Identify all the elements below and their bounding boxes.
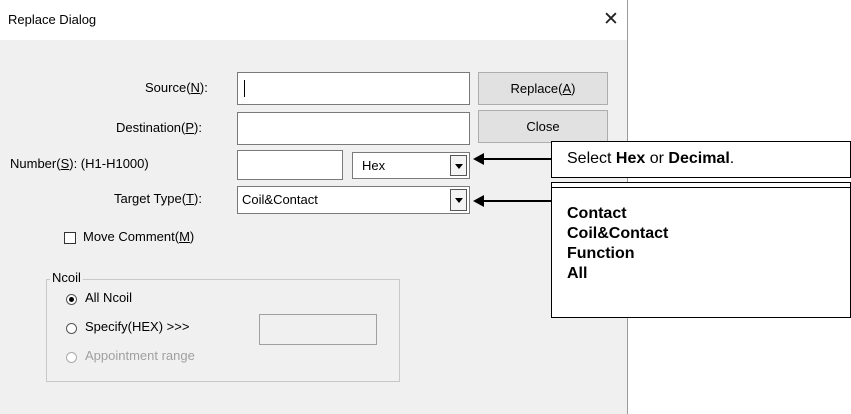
target-type-option: Contact	[567, 205, 627, 222]
destination-field[interactable]	[237, 112, 470, 145]
target-type-select[interactable]: Coil&Contact	[237, 186, 470, 214]
appointment-range-label: Appointment range	[85, 348, 195, 363]
chevron-down-icon[interactable]	[450, 189, 467, 211]
callout-divider	[551, 187, 851, 188]
source-input[interactable]	[238, 73, 469, 104]
all-ncoil-radio[interactable]	[66, 294, 77, 305]
chevron-down-icon[interactable]	[450, 155, 467, 176]
specify-hex-field[interactable]	[259, 314, 377, 345]
number-format-value: Hex	[362, 158, 386, 173]
source-field[interactable]	[237, 72, 470, 105]
specify-hex-radio[interactable]	[66, 323, 77, 334]
target-types-list: Contact Coil&Contact Function All	[567, 204, 668, 284]
target-type-option: All	[567, 265, 588, 282]
replace-dialog: Replace Dialog ✕ Source(N): Destination(…	[0, 0, 628, 414]
specify-hex-label: Specify(HEX) >>>	[85, 319, 190, 334]
arrow-line	[483, 200, 552, 202]
number-input[interactable]	[238, 151, 342, 179]
appointment-range-radio	[66, 352, 77, 363]
all-ncoil-label: All Ncoil	[85, 290, 132, 305]
destination-label: Destination(P):	[116, 120, 202, 135]
ncoil-group-title: Ncoil	[50, 270, 83, 285]
format-callout: Select Hex or Decimal.	[551, 141, 851, 178]
destination-input[interactable]	[238, 113, 469, 144]
replace-button[interactable]: Replace(A)	[478, 72, 608, 105]
text-caret	[244, 80, 245, 97]
move-comment-checkbox[interactable]	[64, 232, 76, 244]
close-button[interactable]: Close	[478, 110, 608, 143]
target-type-option: Function	[567, 245, 635, 262]
title-bar: Replace Dialog ✕	[0, 0, 627, 40]
format-callout-text: Select Hex or Decimal.	[567, 150, 735, 167]
target-types-callout: Contact Coil&Contact Function All	[551, 182, 851, 318]
target-type-label: Target Type(T):	[114, 191, 202, 206]
move-comment-label: Move Comment(M)	[83, 229, 195, 244]
target-type-value: Coil&Contact	[242, 192, 318, 207]
number-format-select[interactable]: Hex	[352, 152, 470, 179]
number-field[interactable]	[237, 150, 343, 180]
source-label: Source(N):	[145, 80, 208, 95]
close-icon[interactable]: ✕	[597, 4, 625, 36]
dialog-title: Replace Dialog	[8, 12, 97, 27]
arrow-line	[483, 158, 552, 160]
number-label: Number(S): (H1-H1000)	[10, 156, 149, 171]
target-type-option: Coil&Contact	[567, 225, 669, 242]
specify-hex-input[interactable]	[260, 315, 376, 344]
